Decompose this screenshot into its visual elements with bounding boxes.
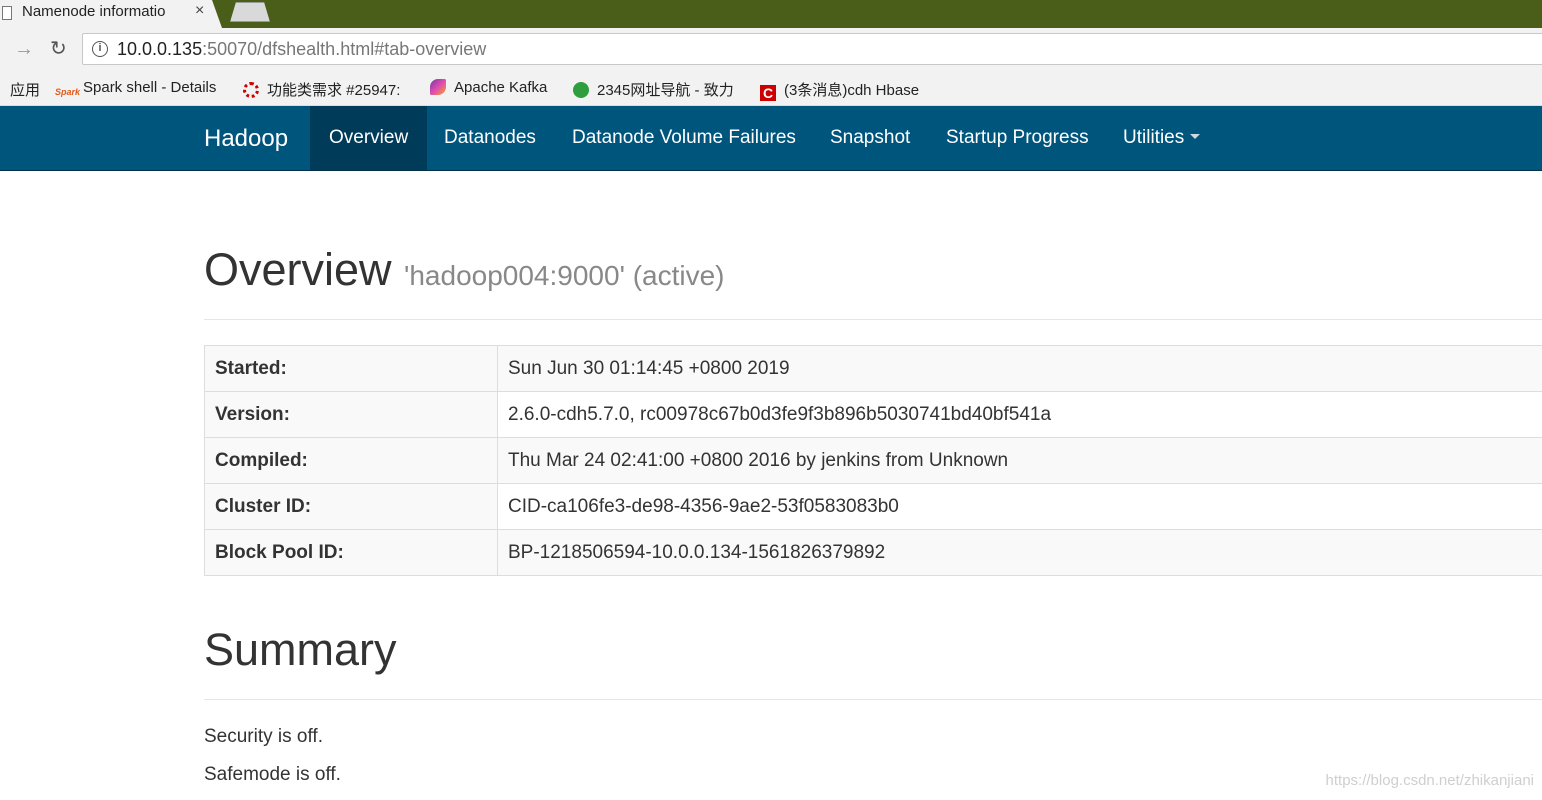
row-key: Compiled: bbox=[204, 437, 498, 484]
table-row: Started: Sun Jun 30 01:14:45 +0800 2019 bbox=[204, 345, 1542, 392]
browser-tabstrip: Namenode informatio × bbox=[0, 0, 1542, 28]
summary-title: Summary bbox=[204, 624, 397, 675]
row-value: Thu Mar 24 02:41:00 +0800 2016 by jenkin… bbox=[497, 437, 1542, 484]
row-key: Version: bbox=[204, 391, 498, 438]
table-row: Cluster ID: CID-ca106fe3-de98-4356-9ae2-… bbox=[204, 483, 1542, 530]
kafka-icon bbox=[430, 79, 446, 95]
caret-down-icon bbox=[1190, 134, 1201, 139]
redhat-icon bbox=[243, 82, 259, 98]
nav-overview[interactable]: Overview bbox=[310, 106, 428, 170]
page-title: Overview bbox=[204, 244, 392, 295]
2345-icon bbox=[573, 82, 589, 98]
bookmark-apps[interactable]: 应用 bbox=[10, 79, 40, 100]
overview-header: Overview 'hadoop004:9000' (active) bbox=[204, 244, 724, 296]
namenode-address: 'hadoop004:9000' (active) bbox=[404, 260, 725, 291]
bookmark-2345[interactable]: 2345网址导航 - 致力 bbox=[573, 79, 734, 100]
reload-icon[interactable]: ↻ bbox=[50, 37, 67, 61]
safemode-status: Safemode is off. bbox=[204, 764, 341, 785]
tab-title: Namenode informatio bbox=[22, 3, 166, 20]
nav-utilities[interactable]: Utilities bbox=[1123, 106, 1201, 170]
nav-datanode-volume-failures[interactable]: Datanode Volume Failures bbox=[572, 106, 796, 170]
bookmark-apache-kafka[interactable]: Apache Kafka bbox=[430, 79, 547, 96]
bookmark-feature-request[interactable]: 功能类需求 #25947: bbox=[243, 79, 400, 100]
spark-icon: Spark bbox=[55, 87, 81, 97]
browser-toolbar: → ↻ i 10.0.0.135:50070/dfshealth.html#ta… bbox=[0, 28, 1542, 72]
address-bar[interactable]: i 10.0.0.135:50070/dfshealth.html#tab-ov… bbox=[82, 33, 1542, 65]
browser-tab[interactable]: Namenode informatio × bbox=[0, 0, 222, 28]
bookmark-csdn[interactable]: C (3条消息)cdh Hbase bbox=[760, 79, 919, 101]
row-value: 2.6.0-cdh5.7.0, rc00978c67b0d3fe9f3b896b… bbox=[497, 391, 1542, 438]
table-row: Compiled: Thu Mar 24 02:41:00 +0800 2016… bbox=[204, 437, 1542, 484]
nav-snapshot[interactable]: Snapshot bbox=[830, 106, 910, 170]
row-key: Block Pool ID: bbox=[204, 529, 498, 576]
row-key: Cluster ID: bbox=[204, 483, 498, 530]
watermark: https://blog.csdn.net/zhikanjiani bbox=[1325, 772, 1534, 789]
overview-table: Started: Sun Jun 30 01:14:45 +0800 2019 … bbox=[204, 345, 1542, 576]
new-tab-button[interactable] bbox=[230, 2, 270, 22]
row-key: Started: bbox=[204, 345, 498, 392]
bookmarks-bar: 应用 Spark Spark shell - Details 功能类需求 #259… bbox=[0, 72, 1542, 106]
table-row: Block Pool ID: BP-1218506594-10.0.0.134-… bbox=[204, 529, 1542, 576]
row-value: Sun Jun 30 01:14:45 +0800 2019 bbox=[497, 345, 1542, 392]
nav-utilities-label: Utilities bbox=[1123, 127, 1185, 148]
document-icon bbox=[2, 6, 12, 20]
row-value: CID-ca106fe3-de98-4356-9ae2-53f0583083b0 bbox=[497, 483, 1542, 530]
tab-close-icon[interactable]: × bbox=[195, 2, 204, 20]
brand-link[interactable]: Hadoop bbox=[204, 125, 288, 153]
nav-datanodes[interactable]: Datanodes bbox=[444, 106, 536, 170]
table-row: Version: 2.6.0-cdh5.7.0, rc00978c67b0d3f… bbox=[204, 391, 1542, 438]
divider bbox=[204, 699, 1542, 700]
divider bbox=[204, 319, 1542, 320]
bookmark-spark-shell[interactable]: Spark Spark shell - Details bbox=[55, 79, 216, 103]
site-info-icon[interactable]: i bbox=[92, 41, 108, 57]
csdn-icon: C bbox=[760, 85, 776, 101]
nav-startup-progress[interactable]: Startup Progress bbox=[946, 106, 1089, 170]
forward-arrow-icon[interactable]: → bbox=[14, 37, 34, 61]
row-value: BP-1218506594-10.0.0.134-1561826379892 bbox=[497, 529, 1542, 576]
security-status: Security is off. bbox=[204, 726, 323, 747]
hadoop-navbar: Hadoop Overview Datanodes Datanode Volum… bbox=[0, 106, 1542, 171]
url-text[interactable]: 10.0.0.135:50070/dfshealth.html#tab-over… bbox=[117, 39, 486, 60]
